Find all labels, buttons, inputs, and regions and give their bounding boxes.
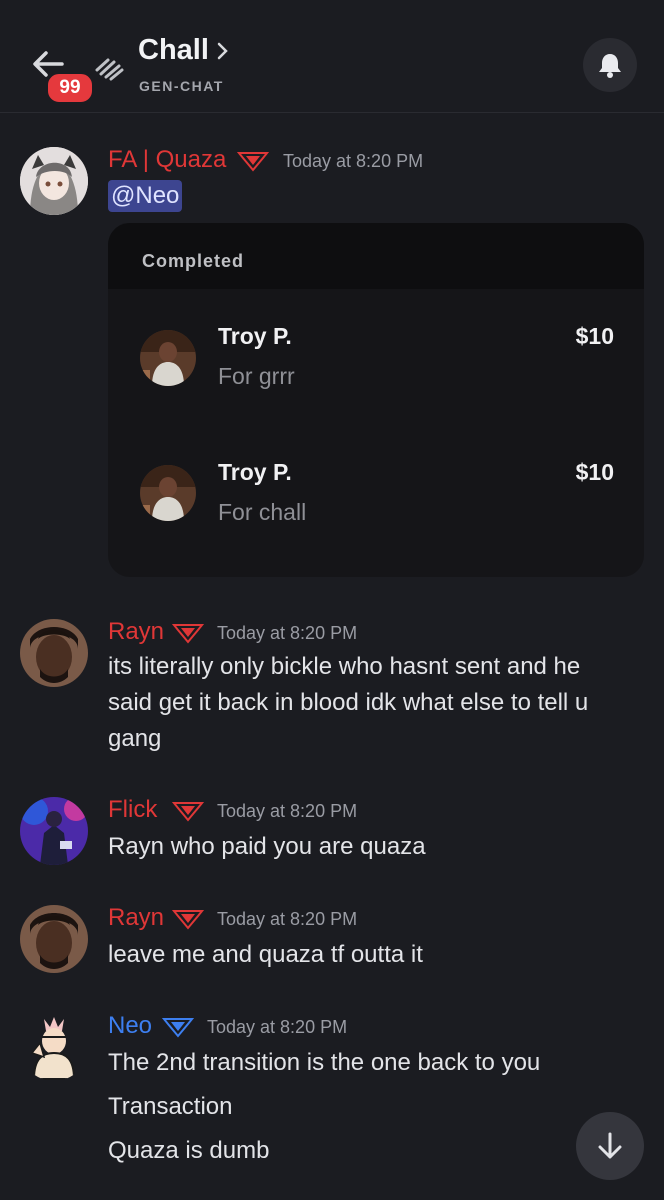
message-text: Rayn who paid you are quaza [108,833,426,860]
avatar[interactable] [20,1013,88,1081]
avatar[interactable] [20,619,88,687]
person-selfie-image [20,905,88,973]
person-photo-image [140,330,196,386]
thread-icon [95,58,124,81]
anime-character-avatar-image [30,1017,76,1080]
bell-icon [599,54,621,78]
message-text: leave me and quaza tf outta it [108,941,423,968]
avatar[interactable] [20,797,88,865]
channel-header: 99 Chall GEN-CHAT [0,0,664,113]
role-shield-icon [172,910,204,930]
payee-avatar [140,330,196,386]
payee-name: Troy P. [218,459,292,485]
payment-amount: $10 [575,323,614,349]
payment-note: For chall [218,499,307,525]
anime-girl-avatar-image [20,147,88,215]
payee-avatar [140,465,196,521]
user-mention[interactable]: @Neo [108,180,183,212]
timestamp: Today at 8:20 PM [207,1017,348,1037]
avatar[interactable] [20,905,88,973]
author-name[interactable]: Neo [108,1012,152,1040]
role-shield-icon [237,152,269,172]
scroll-to-bottom-button[interactable] [576,1112,644,1180]
channel-subtitle: GEN-CHAT [139,78,224,94]
avatar[interactable] [20,147,88,215]
chevron-right-icon[interactable] [215,40,231,62]
embed-header: Completed [108,223,644,289]
role-shield-icon [172,802,204,822]
purple-concert-avatar-image [20,797,88,865]
arrow-down-icon [598,1132,622,1159]
role-shield-icon [162,1018,194,1038]
payment-amount: $10 [575,459,614,485]
person-selfie-image [20,619,88,687]
payee-name: Troy P. [218,323,292,349]
message-text: its literally only bickle who hasnt sent… [108,653,581,680]
role-shield-icon [172,624,204,644]
author-name[interactable]: Flick [108,796,157,824]
timestamp: Today at 8:20 PM [283,151,424,171]
embed-status: Completed [142,251,245,271]
author-name[interactable]: Rayn [108,904,164,932]
message-text: The 2nd transition is the one back to yo… [108,1049,541,1076]
notifications-button[interactable] [583,38,637,92]
timestamp: Today at 8:20 PM [217,909,358,929]
channel-title[interactable]: Chall [138,34,209,67]
timestamp: Today at 8:20 PM [217,623,358,643]
message-text: gang [108,725,162,752]
message-text: Transaction [108,1093,233,1120]
message-text: said get it back in blood idk what else … [108,689,589,716]
message-text: Quaza is dumb [108,1137,270,1164]
author-name[interactable]: FA | Quaza [108,146,226,174]
person-photo-image [140,465,196,521]
payment-embed: Completed Troy P. For grrr $10 Troy P. F… [108,223,644,577]
unread-badge: 99 [45,71,95,105]
author-name[interactable]: Rayn [108,618,164,646]
timestamp: Today at 8:20 PM [217,801,358,821]
payment-note: For grrr [218,363,295,389]
